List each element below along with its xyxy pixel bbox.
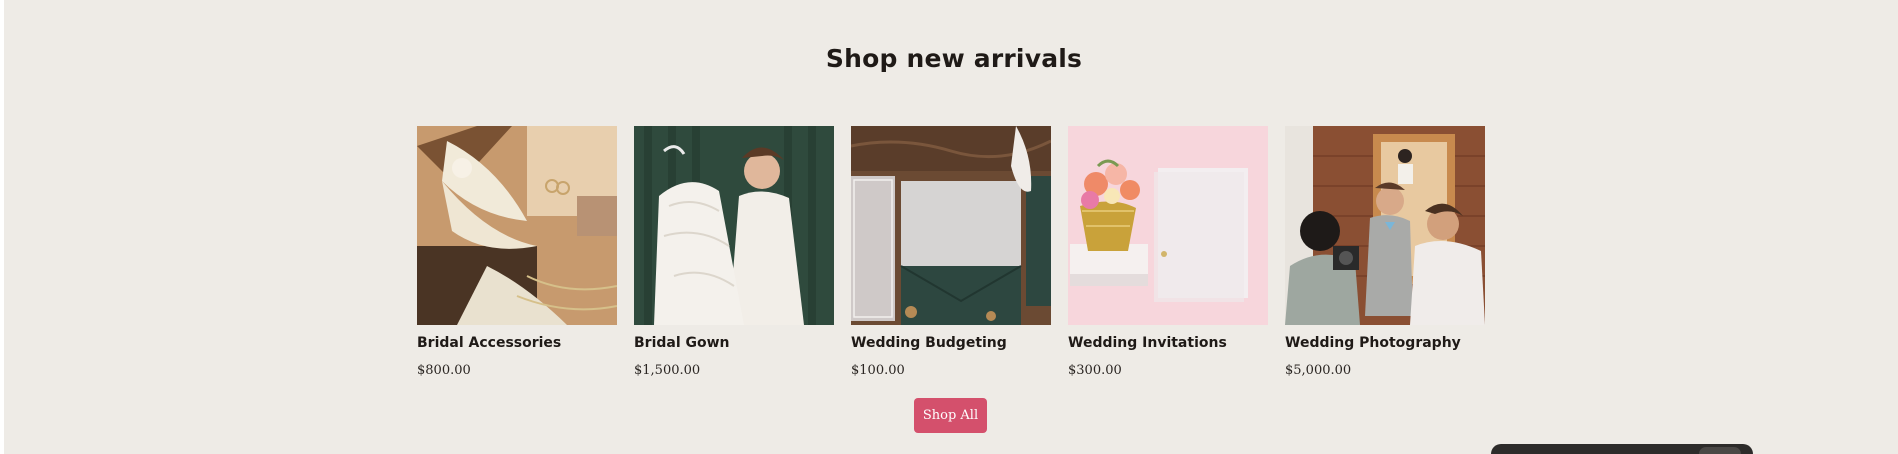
- chat-widget[interactable]: [1491, 444, 1753, 454]
- product-name[interactable]: Bridal Gown: [634, 335, 834, 353]
- product-name[interactable]: Wedding Photography: [1285, 335, 1485, 353]
- product-image-wedding-photography[interactable]: [1285, 126, 1485, 325]
- chat-widget-action[interactable]: [1699, 447, 1741, 454]
- product-name[interactable]: Bridal Accessories: [417, 335, 617, 353]
- product-price: $100.00: [851, 363, 905, 378]
- product-image-bridal-gown[interactable]: [634, 126, 834, 325]
- page-background: Shop new arrivals Bridal Accessories $80…: [4, 0, 1898, 454]
- product-image-wedding-invitations[interactable]: [1068, 126, 1268, 325]
- product-card[interactable]: Bridal Accessories $800.00: [417, 126, 617, 378]
- product-grid: Bridal Accessories $800.00 Bridal Gown $…: [417, 126, 1485, 378]
- product-card[interactable]: Wedding Budgeting $100.00: [851, 126, 1051, 378]
- product-image-bridal-accessories[interactable]: [417, 126, 617, 325]
- section-title: Shop new arrivals: [825, 44, 1083, 73]
- product-image-wedding-budgeting[interactable]: [851, 126, 1051, 325]
- product-price: $1,500.00: [634, 363, 701, 378]
- product-price: $5,000.00: [1285, 363, 1352, 378]
- product-card[interactable]: Wedding Invitations $300.00: [1068, 126, 1268, 378]
- product-price: $800.00: [417, 363, 471, 378]
- product-price: $300.00: [1068, 363, 1122, 378]
- product-card[interactable]: Bridal Gown $1,500.00: [634, 126, 834, 378]
- shop-all-button[interactable]: Shop All: [914, 398, 987, 433]
- product-card[interactable]: Wedding Photography $5,000.00: [1285, 126, 1485, 378]
- product-name[interactable]: Wedding Invitations: [1068, 335, 1268, 353]
- product-name[interactable]: Wedding Budgeting: [851, 335, 1051, 353]
